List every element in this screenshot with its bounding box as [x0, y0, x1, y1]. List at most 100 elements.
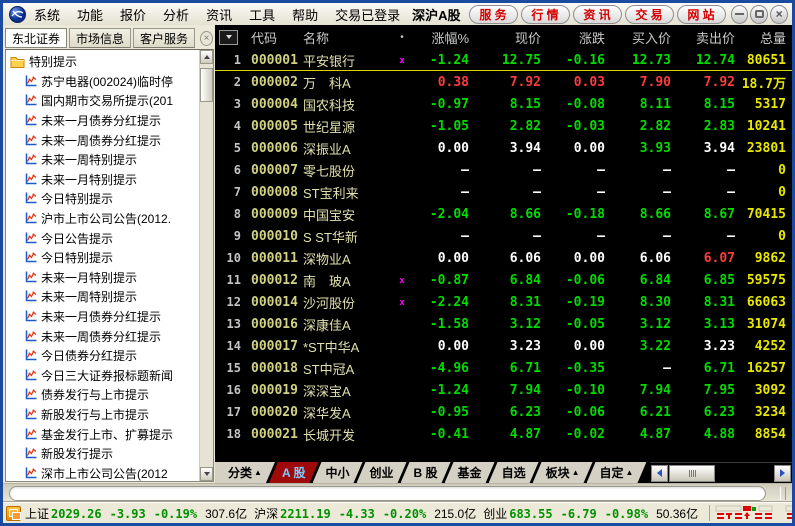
table-row[interactable]: 2000002万 科A0.387.920.037.907.9218.7万: [215, 71, 792, 93]
sidebar-item[interactable]: 今日公告提示: [6, 228, 199, 248]
menu-item-工具[interactable]: 工具: [249, 5, 275, 24]
cell-price: 7.92: [469, 75, 541, 90]
header-volume[interactable]: 总量: [735, 28, 792, 47]
doc-tab-市场信息[interactable]: 市场信息: [69, 28, 131, 48]
sidebar-list: 特别提示苏宁电器(002024)临时停国内期市交易所提示(201未来一月债券分红…: [6, 50, 199, 481]
scroll-left-button[interactable]: [651, 465, 668, 482]
table-row[interactable]: 7000008ST宝利来–––––0: [215, 181, 792, 203]
sidebar-root-特别提示[interactable]: 特别提示: [6, 52, 199, 72]
scroll-down-button[interactable]: [200, 467, 213, 481]
quick-button-网站[interactable]: 网 站: [677, 5, 726, 24]
table-row[interactable]: 18000021长城开发-0.414.87-0.024.874.888854: [215, 423, 792, 445]
close-button[interactable]: ×: [770, 5, 788, 24]
sidebar-item[interactable]: 债券发行与上市提示: [6, 385, 199, 405]
cell-volume: 0: [735, 163, 792, 178]
header-pct[interactable]: 涨幅%: [411, 28, 469, 47]
cell-sell-price: 7.92: [671, 75, 735, 90]
table-row[interactable]: 6000007零七股份–––––0: [215, 159, 792, 181]
table-filler: [215, 445, 792, 462]
header-buy[interactable]: 买入价: [605, 28, 671, 47]
sidebar-item[interactable]: 今日三大证券报标题新闻: [6, 366, 199, 386]
minimize-button[interactable]: [731, 5, 749, 24]
restore-button[interactable]: [750, 5, 768, 24]
sidebar-item[interactable]: 今日债券分红提示: [6, 346, 199, 366]
column-filter-button[interactable]: [215, 30, 245, 45]
scroll-thumb[interactable]: [200, 68, 213, 102]
cell-row-number: 12: [215, 295, 245, 309]
panel-close-button[interactable]: ×: [200, 31, 213, 46]
menu-item-资讯[interactable]: 资讯: [206, 5, 232, 24]
market-tab-创业[interactable]: 创业: [357, 462, 407, 483]
sidebar-item[interactable]: 今日特别提示: [6, 189, 199, 209]
sidebar-item[interactable]: 苏宁电器(002024)临时停: [6, 72, 199, 92]
table-row[interactable]: 3000004国农科技-0.978.15-0.088.118.155317: [215, 93, 792, 115]
cell-change: -0.02: [541, 427, 605, 442]
menu-item-功能[interactable]: 功能: [77, 5, 103, 24]
chart-icon: [24, 94, 37, 107]
scroll-up-button[interactable]: [200, 50, 213, 64]
table-row[interactable]: 1000001平安银行x-1.2412.75-0.1612.7312.74806…: [215, 49, 792, 71]
sidebar-item[interactable]: 未来一月债券分红提示: [6, 111, 199, 131]
sidebar-item[interactable]: 未来一周特别提示: [6, 150, 199, 170]
table-row[interactable]: 10000011深物业A0.006.060.006.066.079862: [215, 247, 792, 269]
menu-item-报价[interactable]: 报价: [120, 5, 146, 24]
table-row[interactable]: 14000017*ST中华A0.003.230.003.223.234252: [215, 335, 792, 357]
quick-button-交易[interactable]: 交 易: [625, 5, 674, 24]
header-change[interactable]: 涨跌: [541, 28, 605, 47]
market-tab-板块[interactable]: 板块▲: [533, 462, 593, 483]
market-tab-自定[interactable]: 自定▲: [587, 462, 647, 483]
table-row[interactable]: 4000005世纪星源-1.052.82-0.032.822.8310241: [215, 115, 792, 137]
sidebar-item[interactable]: 未来一周债券分红提示: [6, 130, 199, 150]
sidebar-scrollbar[interactable]: [199, 50, 213, 481]
cell-buy-price: –: [605, 163, 671, 178]
cell-buy-price: 4.87: [605, 427, 671, 442]
table-row[interactable]: 17000020深华发A-0.956.23-0.066.216.233234: [215, 401, 792, 423]
table-row[interactable]: 12000014沙河股份x-2.248.31-0.198.308.3166063: [215, 291, 792, 313]
market-tab-基金[interactable]: 基金: [445, 462, 495, 483]
table-row[interactable]: 16000019深深宝A-1.247.94-0.107.947.953092: [215, 379, 792, 401]
cascade-windows-icon[interactable]: [6, 506, 21, 521]
sidebar-item[interactable]: 新股发行与上市提示: [6, 405, 199, 425]
market-tab-A股[interactable]: A 股: [269, 462, 319, 483]
sidebar-item[interactable]: 深市上市公司公告(2012: [6, 463, 199, 481]
header-name[interactable]: 名称: [303, 28, 393, 47]
table-row[interactable]: 11000012南 玻Ax-0.876.84-0.066.846.8559575: [215, 269, 792, 291]
sidebar-item[interactable]: 今日特别提示: [6, 248, 199, 268]
sidebar-item[interactable]: 沪市上市公司公告(2012.: [6, 209, 199, 229]
sidebar-item[interactable]: 未来一周债券分红提示: [6, 326, 199, 346]
quick-button-资讯[interactable]: 资 讯: [573, 5, 622, 24]
menu-item-帮助[interactable]: 帮助: [292, 5, 318, 24]
scroll-right-button[interactable]: [774, 465, 791, 482]
quick-button-服务[interactable]: 服 务: [469, 5, 518, 24]
sidebar-item[interactable]: 新股发行提示: [6, 444, 199, 464]
menu-item-分析[interactable]: 分析: [163, 5, 189, 24]
quick-button-行情[interactable]: 行 情: [521, 5, 570, 24]
market-tab-分类[interactable]: 分类▲: [215, 462, 275, 483]
table-row[interactable]: 9000010S ST华新–––––0: [215, 225, 792, 247]
market-tab-中小[interactable]: 中小: [313, 462, 363, 483]
menu-item-系统[interactable]: 系统: [34, 5, 60, 24]
market-tab-B股[interactable]: B 股: [401, 462, 451, 483]
doc-tab-东北证券[interactable]: 东北证券: [5, 28, 67, 48]
sidebar-item[interactable]: 未来一周特别提示: [6, 287, 199, 307]
table-row[interactable]: 15000018ST中冠A-4.966.71-0.35–6.7116257: [215, 357, 792, 379]
command-input[interactable]: [9, 486, 766, 501]
sidebar-item[interactable]: 国内期市交易所提示(201: [6, 91, 199, 111]
sidebar-item[interactable]: 未来一月债券分红提示: [6, 307, 199, 327]
sidebar-item[interactable]: 未来一月特别提示: [6, 170, 199, 190]
cell-pct-change: 0.00: [411, 141, 469, 156]
sidebar-item[interactable]: 基金发行上市、扩募提示: [6, 424, 199, 444]
table-row[interactable]: 5000006深振业A0.003.940.003.933.9423801: [215, 137, 792, 159]
table-row[interactable]: 8000009中国宝安-2.048.66-0.188.668.6770415: [215, 203, 792, 225]
sidebar-item[interactable]: 未来一月特别提示: [6, 268, 199, 288]
header-sell[interactable]: 卖出价: [671, 28, 735, 47]
horizontal-scrollbar[interactable]: [650, 462, 792, 483]
header-price[interactable]: 现价: [469, 28, 541, 47]
table-row[interactable]: 13000016深康佳A-1.583.12-0.053.123.1331074: [215, 313, 792, 335]
header-code[interactable]: 代码: [245, 28, 303, 47]
h-scroll-thumb[interactable]: [669, 465, 715, 482]
scroll-track[interactable]: [200, 64, 213, 467]
doc-tab-客户服务[interactable]: 客户服务: [133, 28, 195, 48]
cell-change: –: [541, 163, 605, 178]
market-tab-自选[interactable]: 自选: [489, 462, 539, 483]
